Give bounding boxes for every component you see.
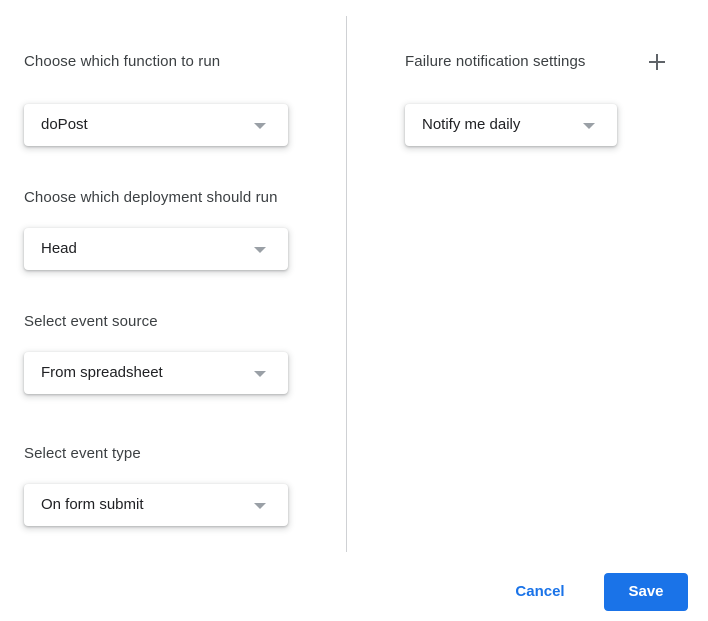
deployment-select[interactable]: Head (24, 228, 288, 270)
deployment-select-value: Head (41, 240, 77, 257)
function-select-value: doPost (41, 116, 88, 133)
event-type-label: Select event type (24, 445, 141, 462)
event-source-label: Select event source (24, 313, 158, 330)
event-type-select-value: On form submit (41, 496, 144, 513)
function-label: Choose which function to run (24, 53, 221, 70)
column-divider (346, 16, 347, 552)
failure-notification-select[interactable]: Notify me daily (405, 104, 617, 146)
function-select[interactable]: doPost (24, 104, 288, 146)
failure-notification-label: Failure notification settings (405, 53, 586, 70)
event-source-select[interactable]: From spreadsheet (24, 352, 288, 394)
dropdown-arrow-icon (254, 247, 266, 253)
dropdown-arrow-icon (583, 123, 595, 129)
save-button[interactable]: Save (604, 573, 688, 611)
dropdown-arrow-icon (254, 503, 266, 509)
dropdown-arrow-icon (254, 123, 266, 129)
dropdown-arrow-icon (254, 371, 266, 377)
event-type-select[interactable]: On form submit (24, 484, 288, 526)
deployment-label: Choose which deployment should run (24, 189, 278, 206)
cancel-button[interactable]: Cancel (500, 573, 580, 611)
failure-notification-select-value: Notify me daily (422, 116, 521, 133)
plus-icon[interactable] (646, 51, 668, 73)
event-source-select-value: From spreadsheet (41, 364, 163, 381)
